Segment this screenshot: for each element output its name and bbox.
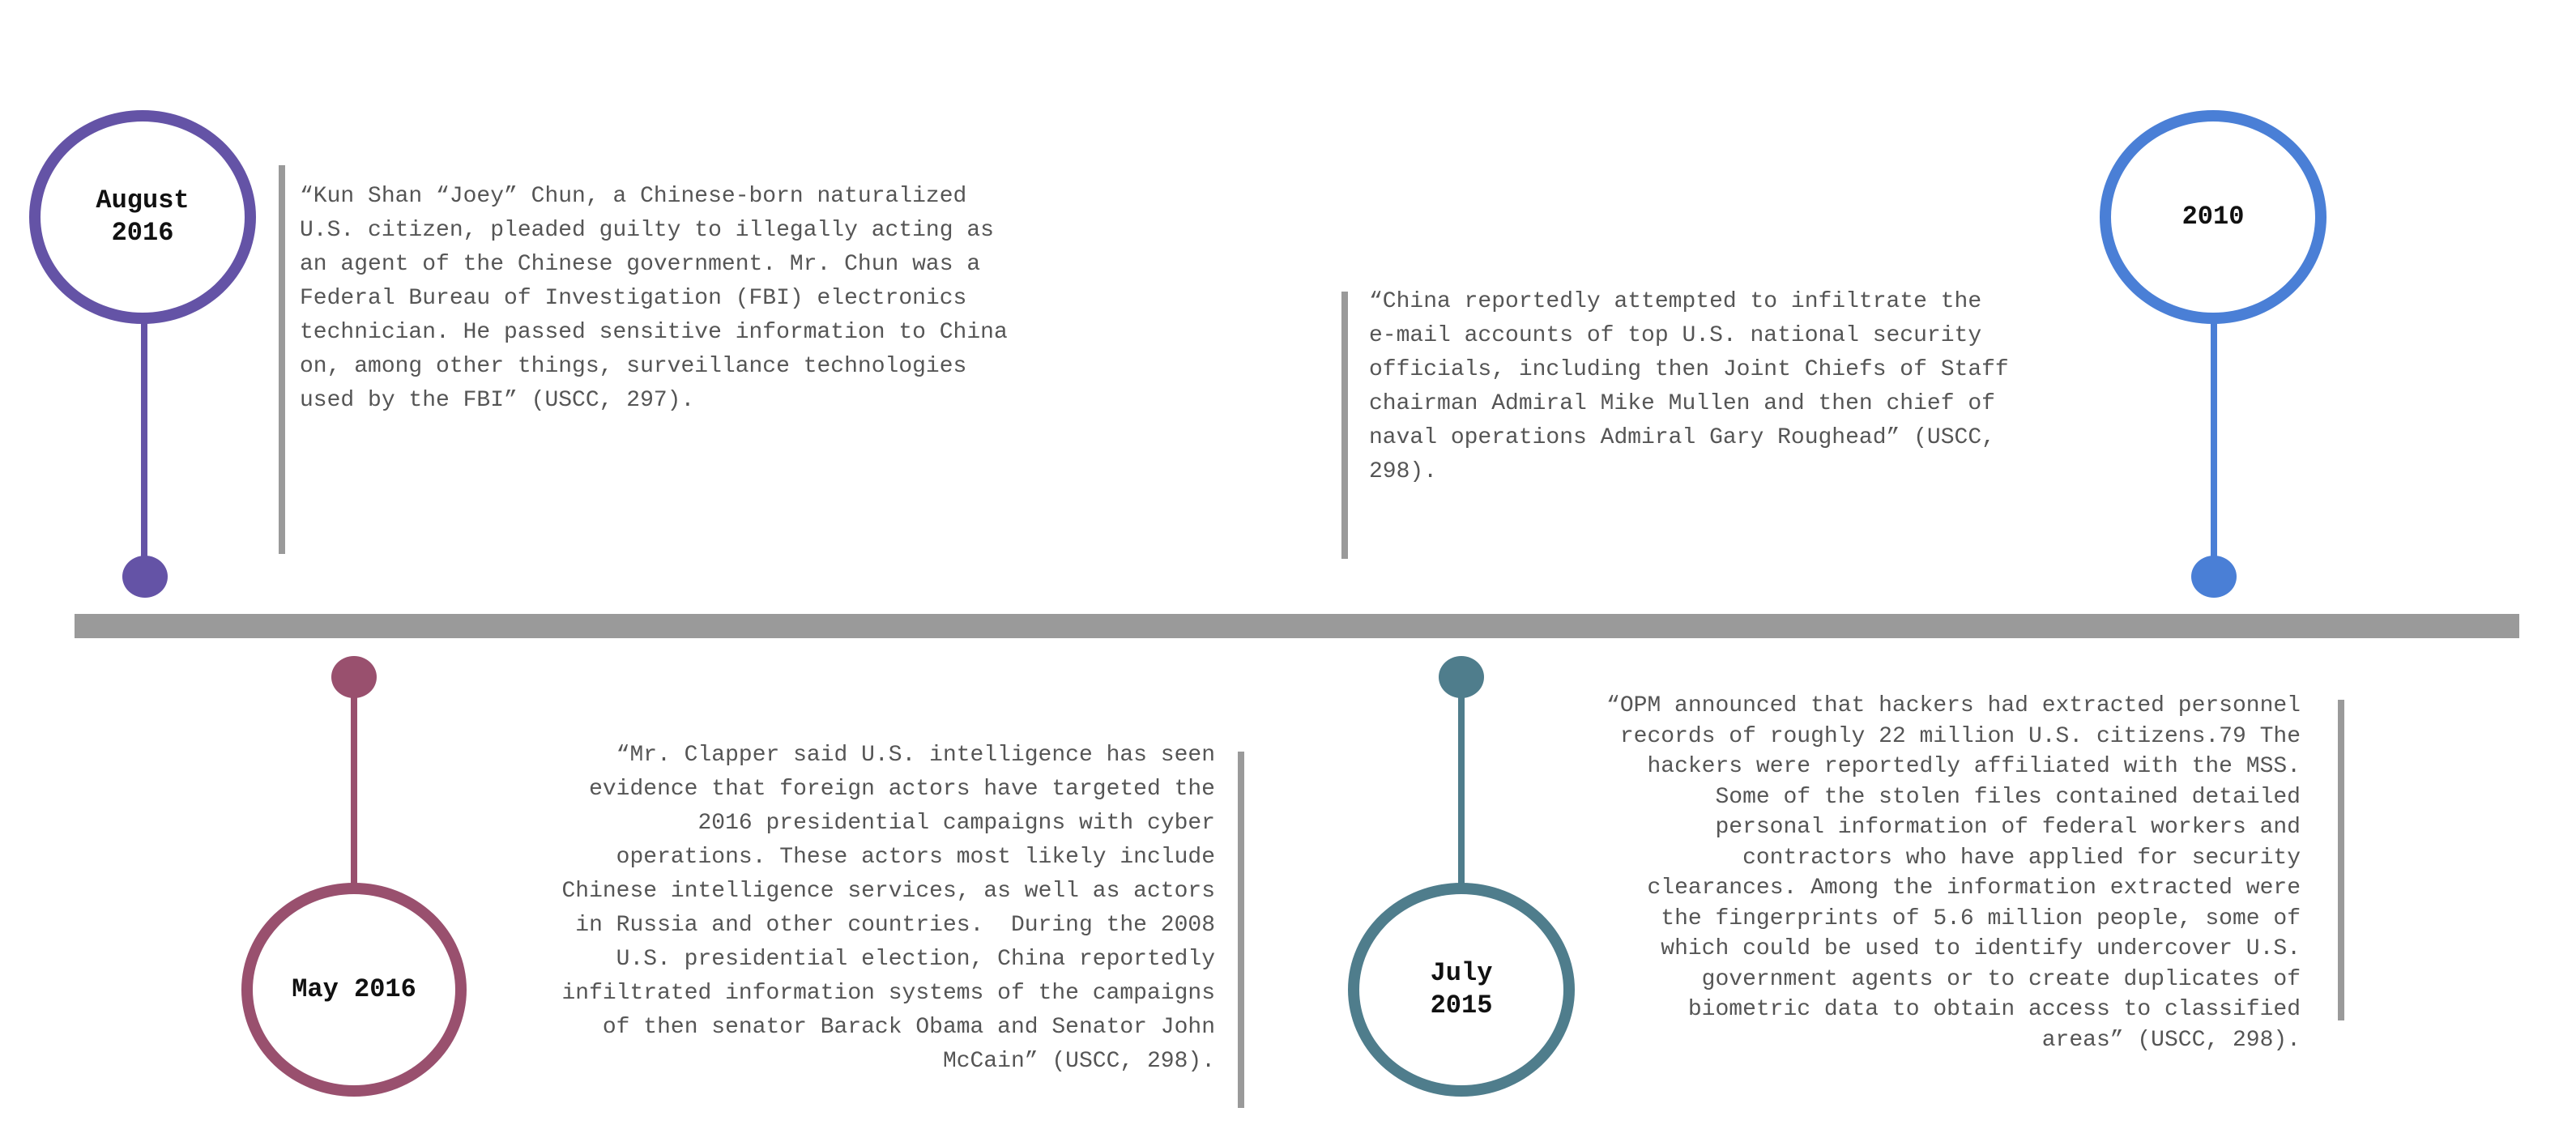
quote-bar-2010 [1341, 292, 1348, 559]
marker-dot-july-2015 [1439, 656, 1484, 698]
timeline-axis [75, 614, 2519, 638]
date-circle-august-2016: August 2016 [29, 110, 256, 324]
stem-july-2015 [1458, 693, 1465, 888]
marker-dot-may-2016 [331, 656, 377, 698]
date-label: May 2016 [292, 974, 416, 1004]
quote-august-2016: “Kun Shan “Joey” Chun, a Chinese-born na… [300, 184, 1008, 413]
stem-2010 [2211, 322, 2217, 565]
quote-july-2015: “OPM announced that hackers had extracte… [1606, 693, 2301, 1053]
quote-bar-july-2015 [2338, 700, 2344, 1020]
date-circle-2010: 2010 [2100, 110, 2327, 324]
stem-may-2016 [351, 693, 357, 888]
marker-dot-2010 [2191, 556, 2237, 598]
marker-dot-august-2016 [122, 556, 168, 598]
date-label: 2010 [2181, 202, 2245, 232]
quote-may-2016: “Mr. Clapper said U.S. intelligence has … [561, 743, 1215, 1074]
stem-august-2016 [141, 322, 147, 565]
quote-2010: “China reportedly attempted to infiltrat… [1369, 289, 2009, 484]
date-label: July 2015 [1430, 958, 1493, 1020]
quote-bar-august-2016 [279, 165, 285, 554]
date-circle-may-2016: May 2016 [241, 883, 467, 1097]
quote-bar-may-2016 [1238, 752, 1244, 1108]
date-label: August 2016 [96, 185, 190, 248]
